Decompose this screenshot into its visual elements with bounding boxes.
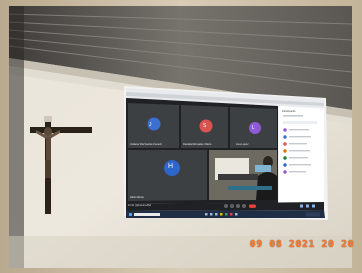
tile-3-initial: L: [252, 125, 255, 131]
room-photo: [0, 0, 362, 273]
mic-icon: [224, 204, 228, 208]
tile-1-initial: J: [149, 122, 152, 128]
more-icon: [242, 204, 246, 208]
taskbar-search: [134, 213, 160, 216]
tile-1-name: Jiuliana Vila Santos Fenech: [130, 143, 162, 146]
tile-2-initial: S: [203, 123, 207, 129]
present-icon: [236, 204, 240, 208]
participant-tile-1: [128, 103, 179, 148]
meeting-status: 11:11 | ijd-wxsn-dhd: [128, 204, 151, 207]
projected-screen: [124, 86, 328, 220]
end-call-icon: [249, 204, 256, 208]
tile-3-name: Lisa Lopez: [236, 143, 249, 146]
camera-icon: [230, 204, 234, 208]
tile-4-name: Hélio Moran: [130, 196, 144, 199]
tile-2-name: Daniela Monsalve Olarte: [183, 143, 212, 146]
participant-tile-video: [209, 150, 277, 200]
side-panel-title: Participants: [282, 110, 296, 113]
windows-start-icon: [129, 213, 132, 216]
participant-tile-4: [128, 150, 207, 201]
date-timestamp: 09 08 2021 20 20: [249, 239, 354, 250]
side-panel: [279, 106, 324, 203]
tile-4-initial: H: [168, 163, 174, 170]
